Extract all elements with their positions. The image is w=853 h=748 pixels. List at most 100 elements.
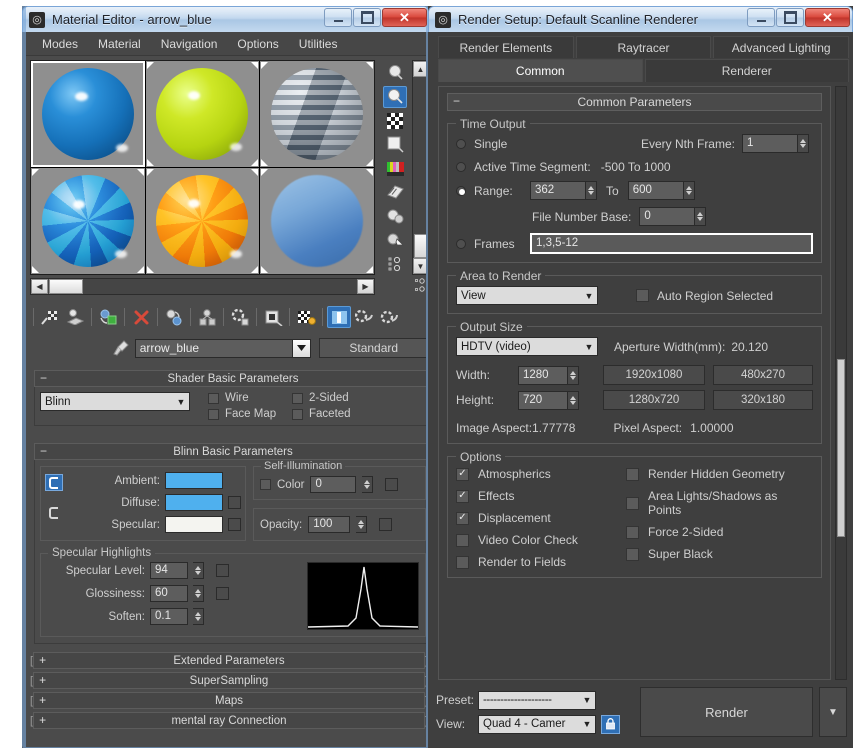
self-illumination-color-checkbox[interactable]: [260, 479, 271, 490]
area-to-render-combo[interactable]: View ▼: [456, 286, 598, 305]
options-icon[interactable]: [383, 205, 407, 227]
put-to-library-icon[interactable]: [228, 306, 252, 328]
get-material-icon[interactable]: [38, 306, 62, 328]
background-icon[interactable]: [383, 110, 407, 132]
self-illumination-value-input[interactable]: 0: [310, 476, 357, 493]
scroll-thumb[interactable]: [837, 359, 845, 537]
slots-vertical-scrollbar[interactable]: ▲ ▼: [412, 60, 426, 275]
opacity-input[interactable]: 100: [308, 516, 351, 533]
height-input[interactable]: 720: [518, 390, 568, 410]
specular-color-swatch[interactable]: [165, 516, 223, 533]
eyedropper-icon[interactable]: [108, 338, 135, 358]
menu-navigation[interactable]: Navigation: [151, 34, 228, 54]
preset-480x270-button[interactable]: 480x270: [713, 365, 813, 385]
output-size-preset-combo[interactable]: HDTV (video) ▼: [456, 337, 598, 356]
specular-level-input[interactable]: 94: [150, 562, 188, 579]
diffuse-map-button[interactable]: [228, 496, 241, 509]
render-to-fields-checkbox[interactable]: [456, 555, 469, 569]
ambient-diffuse-lock-icon[interactable]: [45, 474, 63, 491]
range-radio[interactable]: [456, 185, 466, 196]
material-effects-channel-icon[interactable]: [261, 306, 285, 328]
sample-slot-5[interactable]: [145, 168, 260, 274]
reset-map-icon[interactable]: [129, 306, 153, 328]
preset-1280x720-button[interactable]: 1280x720: [603, 390, 705, 410]
scroll-right-icon[interactable]: ▶: [357, 279, 374, 294]
every-nth-frame-input[interactable]: 1: [742, 134, 798, 153]
minimize-button[interactable]: [747, 8, 775, 27]
assign-material-to-selection-icon[interactable]: [96, 306, 120, 328]
soften-spinner[interactable]: [193, 608, 204, 625]
view-combo[interactable]: Quad 4 - Camer ▼: [478, 714, 596, 734]
common-parameters-header[interactable]: − Common Parameters: [447, 93, 822, 111]
displacement-checkbox[interactable]: ✓: [456, 511, 469, 525]
maximize-button[interactable]: [353, 8, 381, 27]
render-setup-scrollbar[interactable]: [835, 86, 847, 680]
sample-slot-2[interactable]: [145, 61, 260, 167]
show-shaded-material-in-viewport-icon[interactable]: [294, 306, 318, 328]
material-editor-titlebar[interactable]: ◎ Material Editor - arrow_blue ✕: [22, 6, 430, 32]
material-map-navigator-icon[interactable]: [383, 229, 407, 251]
scroll-left-icon[interactable]: ◀: [31, 279, 48, 294]
render-button[interactable]: Render: [640, 687, 813, 737]
height-spinner[interactable]: [568, 390, 579, 410]
specular-level-spinner[interactable]: [193, 562, 204, 579]
ambient-color-swatch[interactable]: [165, 472, 223, 489]
opacity-spinner[interactable]: [356, 516, 368, 533]
face-map-checkbox[interactable]: [208, 408, 219, 420]
rollout-extended-parameters[interactable]: [ + Extended Parameters ]: [30, 652, 426, 669]
tab-render-elements[interactable]: Render Elements: [438, 36, 574, 58]
tab-common[interactable]: Common: [438, 59, 643, 82]
backlight-icon[interactable]: [383, 85, 407, 108]
shader-basic-parameters-header[interactable]: − Shader Basic Parameters: [34, 370, 426, 387]
blinn-basic-parameters-header[interactable]: − Blinn Basic Parameters: [34, 443, 426, 460]
glossiness-spinner[interactable]: [193, 585, 204, 602]
close-button[interactable]: ✕: [382, 8, 427, 27]
self-illumination-map-button[interactable]: [385, 478, 399, 491]
menu-options[interactable]: Options: [227, 34, 288, 54]
select-by-material-small-icon[interactable]: [414, 278, 426, 295]
wire-checkbox[interactable]: [208, 392, 219, 404]
opacity-map-button[interactable]: [379, 518, 393, 531]
range-from-input[interactable]: 362: [530, 181, 586, 200]
scroll-thumb[interactable]: [414, 234, 426, 258]
self-illumination-spinner[interactable]: [362, 476, 374, 493]
sample-slot-3[interactable]: [260, 61, 374, 167]
auto-region-selected-checkbox[interactable]: [636, 289, 649, 302]
width-spinner[interactable]: [568, 365, 579, 385]
sample-type-icon[interactable]: [383, 62, 407, 84]
frames-input[interactable]: 1,3,5-12: [530, 233, 813, 254]
area-lights-shadows-as-points-checkbox[interactable]: [626, 496, 639, 510]
sample-slot-6[interactable]: [260, 168, 374, 274]
put-material-to-scene-icon[interactable]: [63, 306, 87, 328]
show-end-result-icon[interactable]: [327, 306, 351, 328]
render-setup-titlebar[interactable]: ◎ Render Setup: Default Scanline Rendere…: [428, 6, 853, 32]
diffuse-specular-lock-icon[interactable]: [45, 504, 63, 521]
rollout-maps[interactable]: [ + Maps ]: [30, 692, 426, 709]
tab-advanced-lighting[interactable]: Advanced Lighting: [713, 36, 850, 58]
go-forward-to-sibling-icon[interactable]: [377, 306, 401, 328]
range-from-spinner[interactable]: [586, 181, 597, 200]
sample-slot-1[interactable]: [31, 61, 145, 167]
scroll-up-icon[interactable]: ▲: [413, 61, 426, 77]
video-color-check-icon[interactable]: [383, 158, 407, 180]
super-black-checkbox[interactable]: [626, 547, 639, 561]
effects-checkbox[interactable]: ✓: [456, 489, 469, 503]
menu-modes[interactable]: Modes: [32, 34, 88, 54]
go-to-parent-icon[interactable]: [352, 306, 376, 328]
active-time-segment-radio[interactable]: [456, 162, 466, 172]
file-number-base-input[interactable]: 0: [639, 207, 696, 226]
material-name-input[interactable]: arrow_blue: [134, 338, 294, 358]
lock-icon[interactable]: [601, 714, 620, 734]
scroll-down-icon[interactable]: ▼: [413, 258, 426, 274]
rollout-mental-ray-connection[interactable]: [ + mental ray Connection ]: [30, 712, 426, 729]
range-to-spinner[interactable]: [683, 181, 695, 200]
glossiness-map-button[interactable]: [216, 587, 229, 600]
glossiness-input[interactable]: 60: [150, 585, 188, 602]
soften-input[interactable]: 0.1: [150, 608, 188, 625]
file-number-base-spinner[interactable]: [695, 207, 707, 226]
render-dropdown-button[interactable]: ▼: [819, 687, 847, 737]
tab-raytracer[interactable]: Raytracer: [575, 36, 712, 58]
scroll-thumb[interactable]: [49, 279, 83, 294]
sample-uv-tiling-icon[interactable]: [383, 134, 407, 156]
specular-level-map-button[interactable]: [216, 564, 229, 577]
